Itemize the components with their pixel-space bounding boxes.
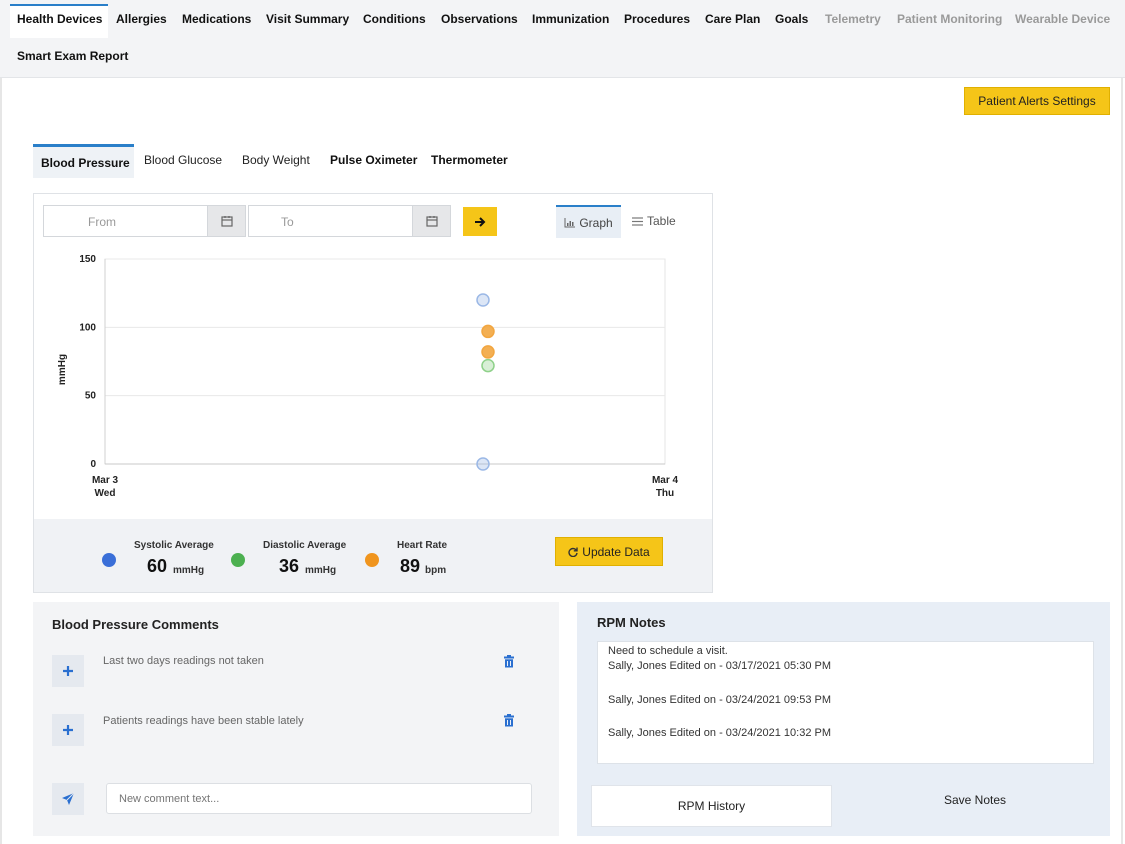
device-tab-blood-glucose[interactable]: Blood Glucose: [144, 153, 222, 167]
record-tab-bar: Health Devices Allergies Medications Vis…: [0, 0, 1125, 78]
delete-comment-icon[interactable]: [503, 714, 515, 727]
diastolic-value: 36: [279, 556, 300, 576]
to-date-field[interactable]: To: [248, 205, 451, 237]
graph-label: Graph: [579, 215, 613, 230]
heart-rate-legend-dot: [365, 553, 379, 567]
x-tick-label: Wed: [95, 488, 116, 499]
patient-alerts-settings-button[interactable]: Patient Alerts Settings: [964, 87, 1110, 115]
plot-frame: [104, 258, 666, 465]
note-line: Need to schedule a visit.: [608, 645, 728, 657]
from-date-placeholder: From: [88, 215, 116, 229]
device-tab-thermometer[interactable]: Thermometer: [431, 153, 508, 167]
rpm-notes-title: RPM Notes: [597, 615, 666, 630]
heart-rate-unit: bpm: [425, 565, 447, 576]
data-point: [481, 324, 495, 339]
tab-smart-exam-report[interactable]: Smart Exam Report: [17, 49, 128, 63]
systolic-label: Systolic Average: [134, 540, 214, 551]
content-border-right: [1121, 78, 1123, 844]
to-date-placeholder: To: [281, 215, 294, 229]
diastolic-legend-dot: [231, 553, 245, 567]
note-line: Sally, Jones Edited on - 03/24/2021 09:5…: [608, 694, 831, 706]
note-line: Sally, Jones Edited on - 03/17/2021 05:3…: [608, 660, 831, 672]
comments-title: Blood Pressure Comments: [52, 617, 219, 632]
tab-visit-summary[interactable]: Visit Summary: [266, 12, 349, 26]
bar-chart-icon: [564, 217, 576, 227]
plus-icon: [63, 725, 73, 735]
table-view-toggle[interactable]: Table: [632, 214, 676, 228]
comment-text: Patients readings have been stable latel…: [103, 715, 304, 727]
plus-icon: [63, 666, 73, 676]
y-tick-label: 150: [79, 254, 96, 265]
diastolic-label: Diastolic Average: [263, 540, 347, 551]
add-comment-button[interactable]: [52, 714, 84, 746]
tab-goals[interactable]: Goals: [775, 12, 808, 26]
x-tick-label: Mar 4: [652, 475, 679, 486]
x-tick-label: Mar 3: [92, 475, 119, 486]
data-point: [481, 345, 495, 359]
device-tab-pulse-oximeter[interactable]: Pulse Oximeter: [330, 153, 417, 167]
arrow-right-icon: [475, 216, 486, 227]
comment-text: Last two days readings not taken: [103, 655, 264, 667]
device-tab-blood-pressure[interactable]: Blood Pressure: [41, 156, 130, 170]
rpm-history-button[interactable]: RPM History: [591, 785, 832, 827]
tab-wearable-device[interactable]: Wearable Device: [1015, 12, 1110, 26]
blood-pressure-scatter-chart: 150 100 50 0 mmHg Mar 3 Wed Mar 4 Thu: [57, 254, 679, 499]
graph-view-toggle[interactable]: Graph: [556, 205, 621, 238]
heart-rate-value: 89: [400, 556, 421, 576]
send-icon: [62, 792, 75, 805]
tab-conditions[interactable]: Conditions: [363, 12, 426, 26]
note-line: Sally, Jones Edited on - 03/24/2021 10:3…: [608, 727, 831, 739]
update-data-button[interactable]: Update Data: [555, 537, 663, 566]
save-notes-button[interactable]: Save Notes: [840, 782, 1110, 818]
add-comment-button[interactable]: [52, 655, 84, 687]
tab-observations[interactable]: Observations: [441, 12, 518, 26]
send-comment-button[interactable]: [52, 783, 84, 815]
table-label: Table: [647, 214, 676, 228]
update-data-label: Update Data: [582, 544, 650, 559]
tab-procedures[interactable]: Procedures: [624, 12, 690, 26]
device-tab-body-weight[interactable]: Body Weight: [242, 153, 310, 167]
systolic-value: 60: [147, 556, 168, 576]
tab-allergies[interactable]: Allergies: [116, 12, 167, 26]
from-date-field[interactable]: From: [43, 205, 246, 237]
data-point: [481, 358, 495, 373]
tab-immunization[interactable]: Immunization: [532, 12, 609, 26]
calendar-icon[interactable]: [412, 206, 450, 236]
data-point: [476, 457, 490, 471]
x-tick-label: Thu: [656, 488, 674, 499]
delete-comment-icon[interactable]: [503, 655, 515, 668]
heart-rate-label: Heart Rate: [397, 540, 448, 551]
y-tick-label: 100: [79, 322, 96, 333]
y-tick-label: 50: [85, 391, 97, 402]
apply-date-range-button[interactable]: [463, 207, 497, 236]
calendar-icon[interactable]: [207, 206, 245, 236]
list-icon: [632, 216, 643, 226]
tab-health-devices[interactable]: Health Devices: [17, 12, 102, 26]
tab-patient-monitoring[interactable]: Patient Monitoring: [897, 12, 1002, 26]
y-axis-title: mmHg: [57, 354, 68, 385]
content-border-left: [0, 78, 2, 844]
systolic-unit: mmHg: [173, 565, 205, 576]
data-point: [476, 293, 490, 307]
tab-care-plan[interactable]: Care Plan: [705, 12, 760, 26]
refresh-icon: [568, 547, 578, 557]
y-tick-label: 0: [90, 459, 96, 470]
diastolic-unit: mmHg: [305, 565, 337, 576]
systolic-legend-dot: [102, 553, 116, 567]
tab-medications[interactable]: Medications: [182, 12, 251, 26]
tab-telemetry[interactable]: Telemetry: [825, 12, 881, 26]
new-comment-input[interactable]: [106, 783, 532, 814]
